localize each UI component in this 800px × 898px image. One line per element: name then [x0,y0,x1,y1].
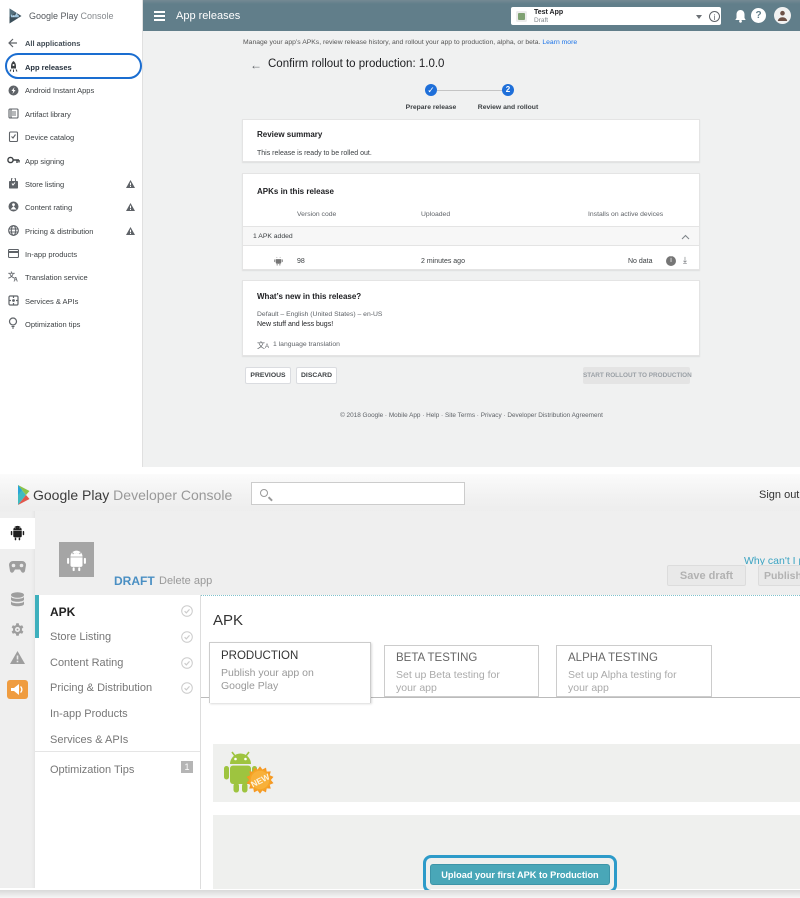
svg-text:A: A [14,278,19,283]
